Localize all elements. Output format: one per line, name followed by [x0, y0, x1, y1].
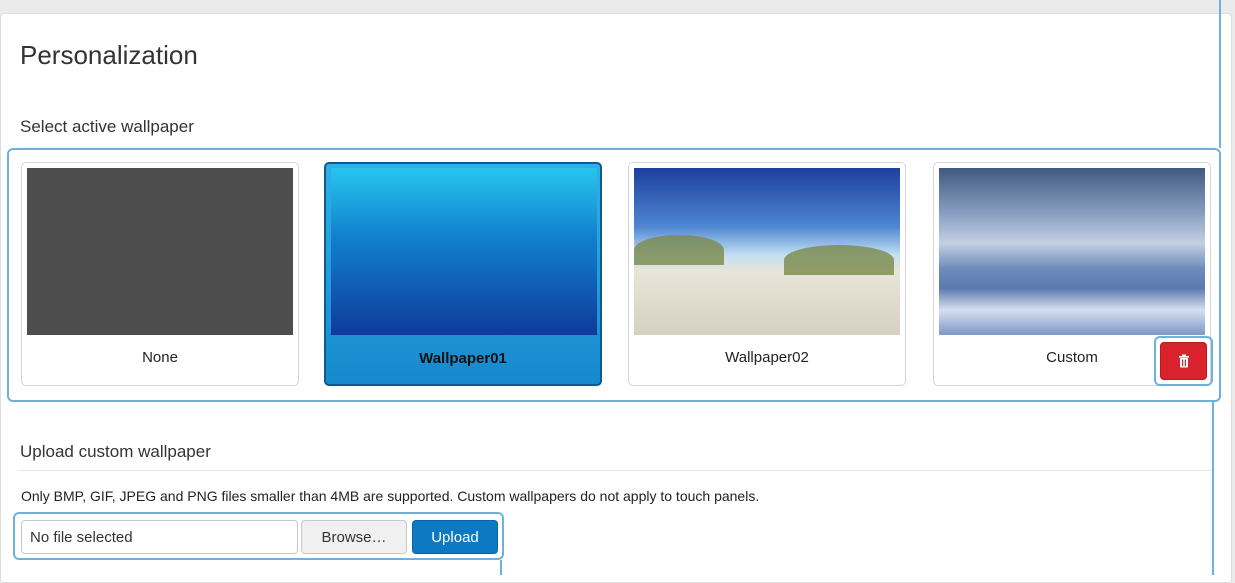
callout-connector-line	[1219, 0, 1221, 148]
wallpaper-section-title: Select active wallpaper	[20, 117, 194, 136]
upload-controls-highlight	[13, 512, 504, 560]
callout-connector-line	[500, 560, 502, 575]
page-title: Personalization	[20, 40, 198, 70]
upload-help-text: Only BMP, GIF, JPEG and PNG files smalle…	[21, 488, 760, 504]
delete-button-highlight	[1154, 336, 1213, 386]
wallpaper-options-highlight	[7, 148, 1221, 402]
callout-connector-line	[1212, 402, 1214, 575]
upload-section-title: Upload custom wallpaper	[20, 442, 211, 461]
section-divider	[18, 470, 1213, 471]
